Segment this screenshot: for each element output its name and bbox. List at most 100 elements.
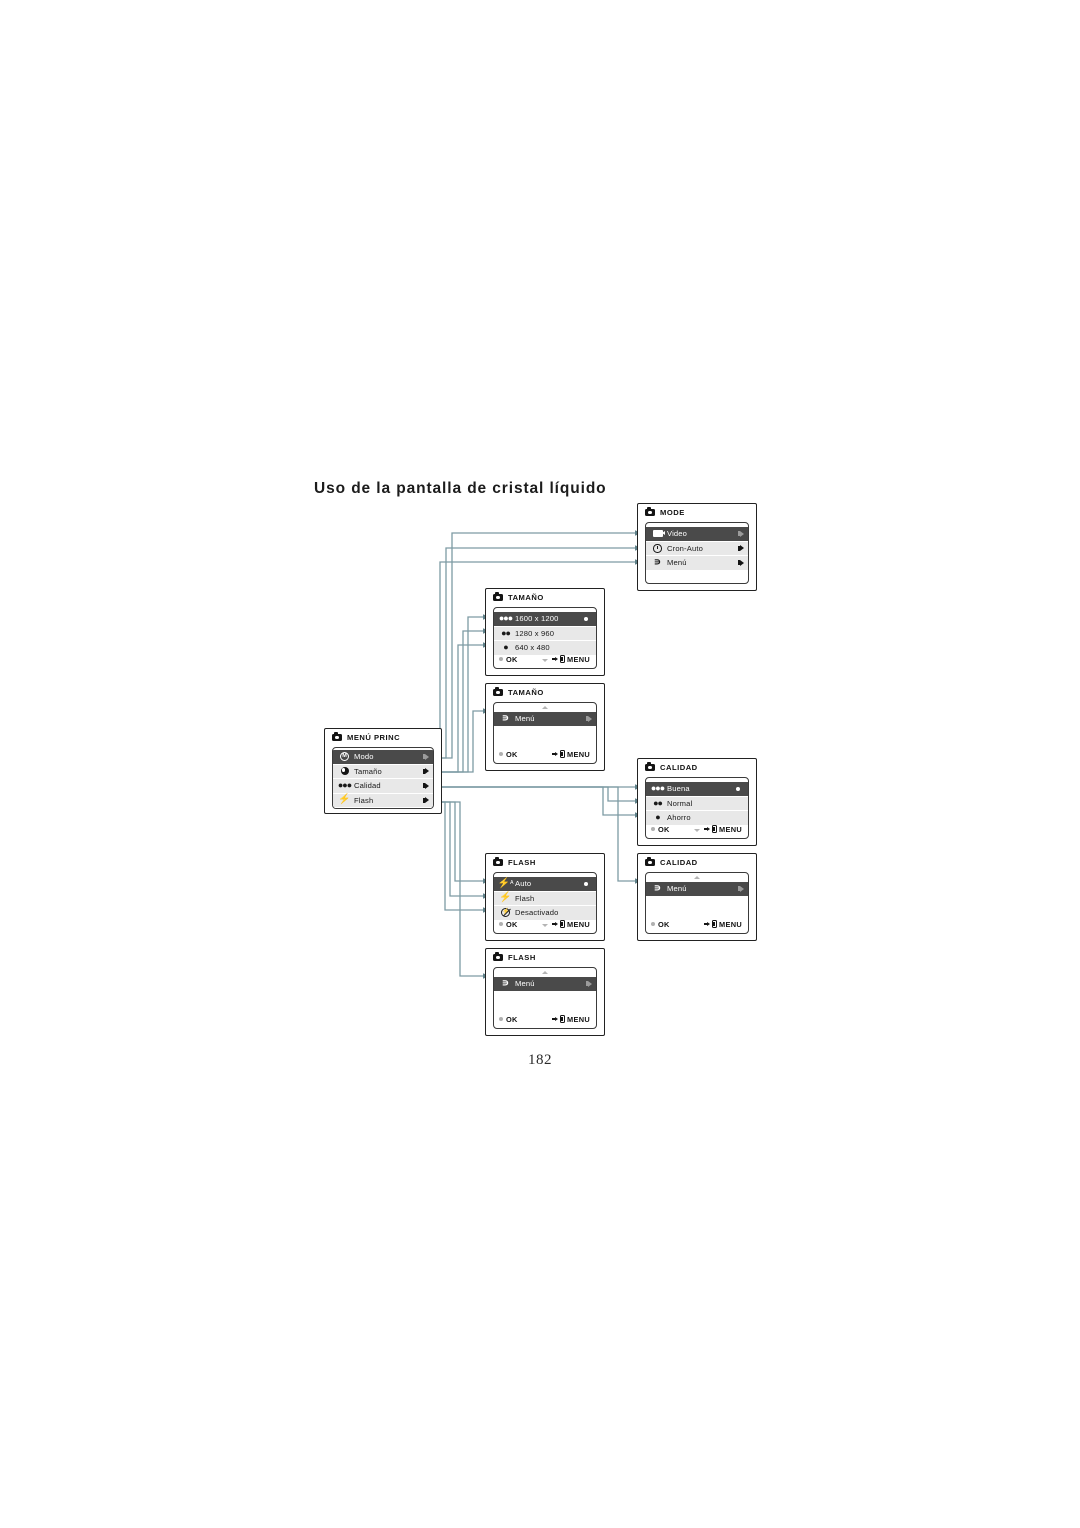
panel-header: MODE <box>638 504 756 520</box>
row-label: Auto <box>515 879 532 889</box>
row-label: Menú <box>667 558 687 568</box>
menu-list: ●●● 1600 x 1200 ●● 1280 x 960 ● 640 x 48… <box>494 612 596 656</box>
menu-row-menu[interactable]: ∍ Menú <box>494 712 596 727</box>
right-arrow-icon <box>422 782 429 789</box>
flash-auto-icon: ⚡ A <box>497 877 514 889</box>
page-title: Uso de la pantalla de cristal líquido <box>314 480 607 497</box>
panel-calidad-exit: CALIDAD ∍ Menú OK MENU <box>637 853 757 941</box>
row-label: Video <box>667 529 688 539</box>
camera-icon <box>493 591 503 602</box>
ok-dot-icon <box>499 922 503 926</box>
menu-row-calidad[interactable]: ●●● Calidad <box>333 779 433 794</box>
menu-row-flash[interactable]: ⚡ Flash <box>494 891 596 906</box>
ok-button[interactable]: OK <box>499 655 518 664</box>
right-arrow-icon <box>551 657 559 661</box>
menu-row-1280x960[interactable]: ●● 1280 x 960 <box>494 626 596 641</box>
ok-dot-icon <box>651 922 655 926</box>
menu-row-tamano[interactable]: Tamaño <box>333 764 433 779</box>
ok-button[interactable]: OK <box>651 825 670 834</box>
menu-list: ∍ Menú <box>494 977 596 992</box>
menu-button[interactable]: MENU <box>551 919 590 929</box>
right-arrow-icon <box>737 559 744 566</box>
panel-flash-exit: FLASH ∍ Menú OK MENU <box>485 948 605 1036</box>
menu-row-1600x1200[interactable]: ●●● 1600 x 1200 <box>494 612 596 627</box>
menu-label: MENU <box>567 1014 590 1024</box>
menu-row-menu[interactable]: ∍ Menú <box>646 556 748 571</box>
menu-button[interactable]: MENU <box>551 1014 590 1024</box>
back-arrow-icon: ∍ <box>501 977 510 989</box>
panel-title: FLASH <box>508 858 536 867</box>
camera-icon <box>332 731 342 742</box>
menu-label: MENU <box>567 654 590 664</box>
menu-row-cron-auto[interactable]: Cron-Auto <box>646 541 748 556</box>
panel-header: TAMAÑO <box>486 589 604 605</box>
menu-button[interactable]: MENU <box>551 654 590 664</box>
right-arrow-icon <box>551 752 559 756</box>
row-label: Menú <box>515 979 535 989</box>
panel-flash-list: FLASH ⚡ A Auto ⚡ Flash ⚡ Desactivado OK … <box>485 853 605 941</box>
menu-label: MENU <box>719 919 742 929</box>
menu-row-auto[interactable]: ⚡ A Auto <box>494 877 596 892</box>
menu-list: Video Cron-Auto ∍ Menú <box>646 527 748 571</box>
menu-row-buena[interactable]: ●●● Buena <box>646 782 748 797</box>
no-flash-icon: ⚡ <box>501 908 510 918</box>
menu-row-normal[interactable]: ●● Normal <box>646 796 748 811</box>
menu-row-flash[interactable]: ⚡ Flash <box>333 793 433 808</box>
camera-icon <box>493 686 503 697</box>
right-arrow-icon <box>551 922 559 926</box>
row-label: Calidad <box>354 781 381 791</box>
menu-row-modo[interactable]: M Modo <box>333 750 433 765</box>
menu-row-menu[interactable]: ∍ Menú <box>646 882 748 897</box>
menu-button[interactable]: MENU <box>703 919 742 929</box>
flash-icon: ⚡ <box>338 794 351 806</box>
ok-button[interactable]: OK <box>499 920 518 929</box>
lcd-screen: ∍ Menú OK MENU <box>645 872 749 934</box>
menu-list: ∍ Menú <box>646 882 748 897</box>
one-dot-icon: ● <box>655 812 660 823</box>
menu-row-menu[interactable]: ∍ Menú <box>494 977 596 992</box>
menu-key-icon <box>559 1014 565 1024</box>
ok-button[interactable]: OK <box>499 750 518 759</box>
row-label: Tamaño <box>354 766 382 776</box>
panel-header: CALIDAD <box>638 759 756 775</box>
panel-header: CALIDAD <box>638 854 756 870</box>
ok-label: OK <box>658 824 670 834</box>
panel-tamano-exit: TAMAÑO ∍ Menú OK MENU <box>485 683 605 771</box>
ok-label: OK <box>506 749 518 759</box>
menu-key-icon <box>559 919 565 929</box>
menu-button[interactable]: MENU <box>703 825 742 834</box>
ok-button[interactable]: OK <box>499 1015 518 1024</box>
ok-dot-icon <box>651 827 655 831</box>
selected-indicator-dot <box>584 616 588 621</box>
row-label: Ahorro <box>667 813 691 823</box>
panel-mode: MODE Video Cron-Auto ∍ Menú <box>637 503 757 591</box>
scroll-up-icon <box>694 876 700 879</box>
panel-title: MENÚ PRINC <box>347 733 401 742</box>
right-arrow-icon <box>422 797 429 804</box>
screen-footer: OK MENU <box>646 823 748 835</box>
three-dots-icon: ●●● <box>650 783 665 794</box>
two-dots-icon: ●● <box>653 797 663 808</box>
panel-header: FLASH <box>486 949 604 965</box>
screen-footer: OK MENU <box>646 918 748 930</box>
three-dots-icon: ●●● <box>337 780 352 791</box>
panel-title: TAMAÑO <box>508 688 544 697</box>
ok-label: OK <box>506 919 518 929</box>
camera-icon <box>493 856 503 867</box>
menu-label: MENU <box>567 749 590 759</box>
manual-page: Uso de la pantalla de cristal líquido MO… <box>0 0 1080 1528</box>
menu-row-video[interactable]: Video <box>646 527 748 542</box>
menu-list: ●●● Buena ●● Normal ● Ahorro <box>646 782 748 826</box>
panel-title: FLASH <box>508 953 536 962</box>
scroll-up-icon <box>542 971 548 974</box>
panel-title: TAMAÑO <box>508 593 544 602</box>
menu-button[interactable]: MENU <box>551 749 590 759</box>
ok-button[interactable]: OK <box>651 920 670 929</box>
menu-label: MENU <box>567 919 590 929</box>
right-arrow-icon <box>737 885 744 892</box>
menu-list: ∍ Menú <box>494 712 596 727</box>
row-label: Buena <box>667 784 690 794</box>
back-arrow-icon: ∍ <box>501 712 510 724</box>
video-camera-icon <box>651 530 665 538</box>
self-timer-icon <box>651 544 664 553</box>
